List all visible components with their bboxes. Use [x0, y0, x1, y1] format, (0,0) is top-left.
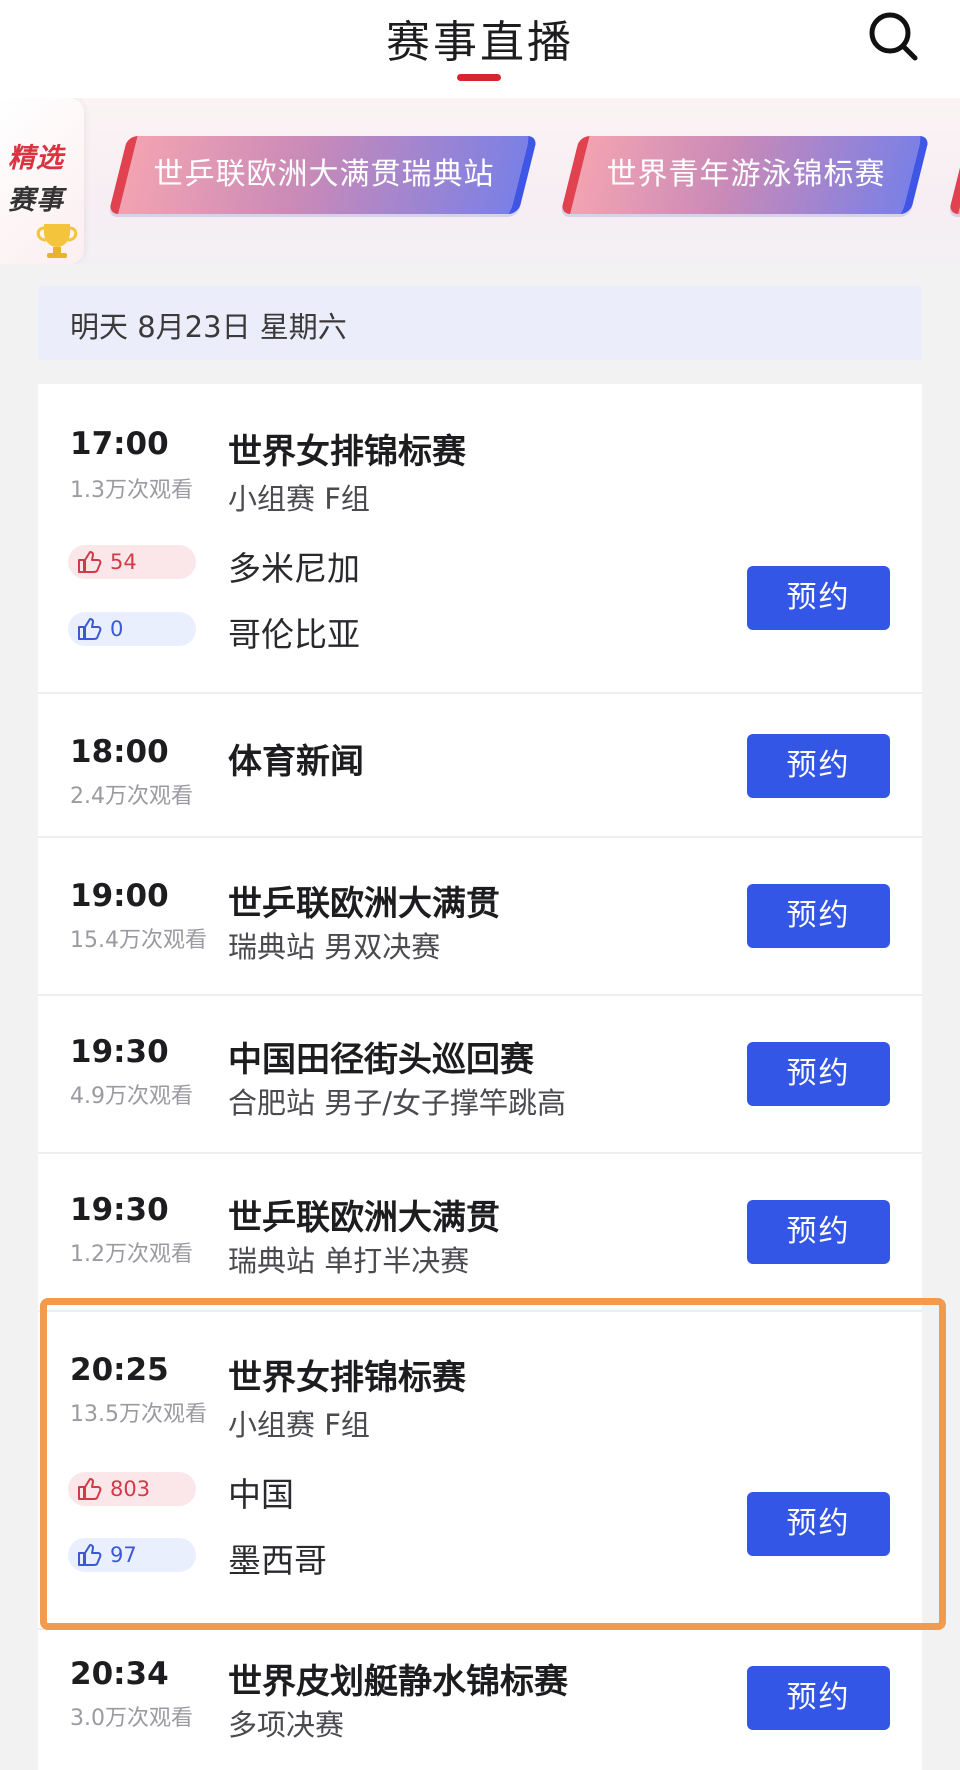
- like-button-home[interactable]: 54: [68, 545, 196, 579]
- featured-events-strip: 精选 赛事 世乒联欧洲大满贯瑞典站 世界青年游泳锦标赛: [0, 98, 960, 264]
- reserve-button[interactable]: 预约: [747, 1200, 890, 1264]
- event-row-highlighted[interactable]: 20:25 13.5万次观看 世界女排锦标赛 小组赛 F组 803 中国 97 …: [38, 1312, 922, 1630]
- event-views: 13.5万次观看: [70, 1402, 207, 1427]
- event-time: 19:30: [70, 1192, 169, 1228]
- reserve-button[interactable]: 预约: [747, 1492, 890, 1556]
- search-icon[interactable]: [866, 8, 922, 64]
- event-views: 3.0万次观看: [70, 1706, 193, 1731]
- team-away: 墨西哥: [228, 1541, 327, 1580]
- thumb-up-icon: [78, 1478, 102, 1500]
- event-title: 世界女排锦标赛: [228, 1358, 466, 1398]
- featured-label-line2: 赛事: [8, 185, 64, 216]
- reserve-button[interactable]: 预约: [747, 566, 890, 630]
- team-home: 多米尼加: [228, 549, 360, 588]
- event-views: 15.4万次观看: [70, 928, 207, 953]
- event-views: 1.2万次观看: [70, 1242, 193, 1267]
- thumb-up-icon: [78, 618, 102, 640]
- event-title: 世界皮划艇静水锦标赛: [228, 1662, 568, 1702]
- event-title: 世乒联欧洲大满贯: [228, 1198, 500, 1238]
- featured-chip-swimming[interactable]: 世界青年游泳锦标赛: [560, 136, 930, 214]
- event-subtitle: 瑞典站 男双决赛: [228, 930, 441, 964]
- event-row[interactable]: 17:00 1.3万次观看 世界女排锦标赛 小组赛 F组 54 多米尼加 0 哥…: [38, 384, 922, 694]
- event-title: 世乒联欧洲大满贯: [228, 884, 500, 924]
- like-button-away[interactable]: 97: [68, 1538, 196, 1572]
- like-count: 97: [110, 1543, 137, 1567]
- featured-chip-label: 世界青年游泳锦标赛: [606, 157, 886, 192]
- like-count: 0: [110, 617, 124, 641]
- event-time: 19:30: [70, 1034, 169, 1070]
- event-row[interactable]: 19:00 15.4万次观看 世乒联欧洲大满贯 瑞典站 男双决赛 预约: [38, 838, 922, 996]
- event-row[interactable]: 19:30 4.9万次观看 中国田径街头巡回赛 合肥站 男子/女子撑竿跳高 预约: [38, 996, 922, 1154]
- page-header: 赛事直播: [0, 0, 960, 98]
- event-time: 17:00: [70, 426, 169, 462]
- event-views: 4.9万次观看: [70, 1084, 193, 1109]
- date-header: 明天 8月23日 星期六: [38, 286, 922, 360]
- reserve-button[interactable]: 预约: [747, 1042, 890, 1106]
- event-views: 2.4万次观看: [70, 784, 193, 809]
- like-button-home[interactable]: 803: [68, 1472, 196, 1506]
- event-subtitle: 小组赛 F组: [228, 482, 370, 516]
- featured-chip-table-tennis[interactable]: 世乒联欧洲大满贯瑞典站: [108, 136, 538, 214]
- event-time: 19:00: [70, 878, 169, 914]
- thumb-up-icon: [78, 1544, 102, 1566]
- like-button-away[interactable]: 0: [68, 612, 196, 646]
- event-row[interactable]: 20:34 3.0万次观看 世界皮划艇静水锦标赛 多项决赛 预约: [38, 1630, 922, 1770]
- team-away: 哥伦比亚: [228, 615, 360, 654]
- event-time: 20:25: [70, 1352, 169, 1388]
- event-time: 18:00: [70, 734, 169, 770]
- featured-chip-label: 世乒联欧洲大满贯瑞典站: [153, 157, 495, 192]
- event-row[interactable]: 19:30 1.2万次观看 世乒联欧洲大满贯 瑞典站 单打半决赛 预约: [38, 1154, 922, 1312]
- featured-label: 精选 赛事: [0, 98, 84, 264]
- page-title: 赛事直播: [386, 17, 574, 68]
- event-subtitle: 瑞典站 单打半决赛: [228, 1244, 470, 1278]
- event-subtitle: 合肥站 男子/女子撑竿跳高: [228, 1086, 566, 1120]
- event-subtitle: 多项决赛: [228, 1708, 345, 1742]
- like-count: 803: [110, 1477, 151, 1501]
- event-row[interactable]: 18:00 2.4万次观看 体育新闻 预约: [38, 694, 922, 838]
- date-header-text: 明天 8月23日 星期六: [70, 310, 347, 344]
- trophy-icon: [36, 224, 78, 258]
- event-title: 中国田径街头巡回赛: [228, 1040, 534, 1080]
- event-title: 体育新闻: [228, 742, 364, 782]
- reserve-button[interactable]: 预约: [747, 1666, 890, 1730]
- reserve-button[interactable]: 预约: [747, 884, 890, 948]
- event-views: 1.3万次观看: [70, 478, 193, 503]
- event-title: 世界女排锦标赛: [228, 432, 466, 472]
- thumb-up-icon: [78, 551, 102, 573]
- featured-chip-partial[interactable]: [948, 136, 960, 214]
- team-home: 中国: [228, 1475, 294, 1514]
- event-time: 20:34: [70, 1656, 169, 1692]
- like-count: 54: [110, 550, 137, 574]
- active-tab-indicator: [457, 74, 501, 81]
- featured-label-line1: 精选: [8, 143, 64, 174]
- event-subtitle: 小组赛 F组: [228, 1408, 370, 1442]
- reserve-button[interactable]: 预约: [747, 734, 890, 798]
